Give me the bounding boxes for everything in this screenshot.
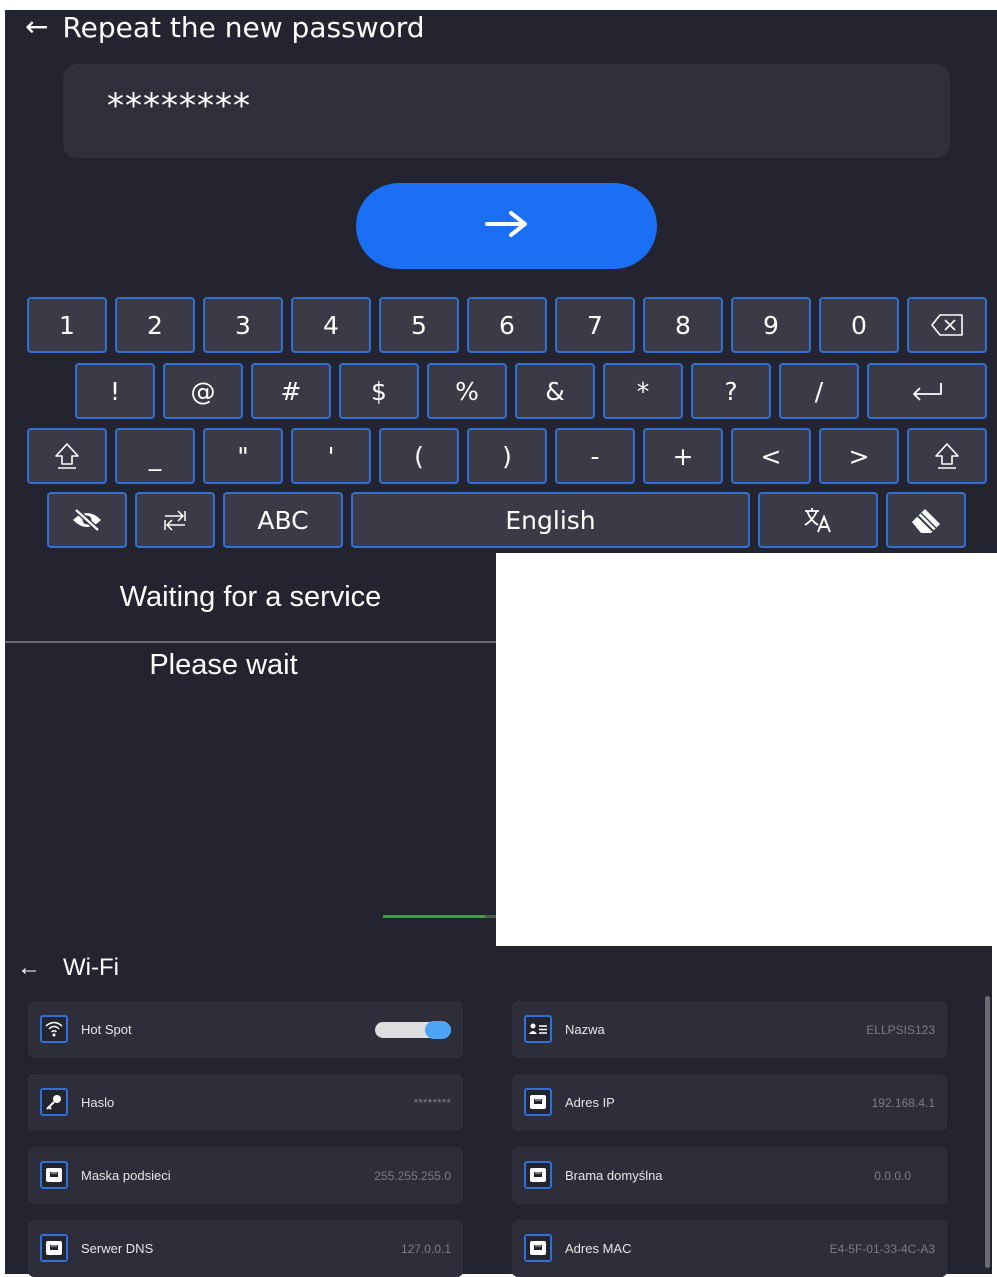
setting-value: 127.0.0.1 (400, 1241, 451, 1256)
setting-label: Serwer DNS (81, 1241, 154, 1256)
shift-key-left[interactable] (27, 428, 107, 484)
enter-arrow-icon (484, 203, 529, 249)
progress-fill (383, 915, 485, 918)
divider (5, 641, 496, 643)
key[interactable]: & (515, 363, 595, 419)
swap-cursor-key[interactable] (135, 492, 215, 548)
language-key[interactable] (758, 492, 878, 548)
setting-value: 255.255.255.0 (374, 1168, 451, 1183)
wifi-icon (40, 1015, 68, 1043)
setting-label: Adres IP (565, 1095, 615, 1110)
return-icon (910, 381, 944, 401)
id-card-icon (524, 1015, 552, 1043)
network-port-icon (524, 1161, 552, 1189)
setting-haslo[interactable]: Haslo ******** (28, 1074, 463, 1131)
key[interactable]: + (643, 428, 723, 484)
dialog-title: Waiting for a service (119, 580, 382, 613)
key[interactable]: 9 (731, 297, 811, 353)
key[interactable]: * (603, 363, 683, 419)
backspace-key[interactable] (907, 297, 987, 353)
key[interactable]: 5 (379, 297, 459, 353)
key[interactable]: 1 (27, 297, 107, 353)
header: ← Wi-Fi (17, 954, 119, 982)
setting-hot-spot[interactable]: Hot Spot (28, 1001, 463, 1058)
setting-value: E4-5F-01-33-4C-A3 (829, 1241, 935, 1256)
setting-value: 0.0.0.0 (874, 1168, 911, 1183)
setting-label: Adres MAC (565, 1241, 632, 1256)
shift-icon (54, 442, 80, 470)
key[interactable]: / (779, 363, 859, 419)
shift-icon (934, 442, 960, 470)
setting-value: ELLPSIS123 (866, 1022, 935, 1037)
key[interactable]: # (251, 363, 331, 419)
backspace-icon (930, 313, 964, 337)
setting-maska-podsieci[interactable]: Maska podsieci 255.255.255.0 (28, 1147, 463, 1204)
key[interactable]: 0 (819, 297, 899, 353)
toggle-knob (425, 1021, 451, 1039)
key[interactable]: ( (379, 428, 459, 484)
space-key[interactable]: English (351, 492, 750, 548)
hide-password-key[interactable] (47, 492, 127, 548)
eraser-icon (909, 506, 943, 534)
key[interactable]: 6 (467, 297, 547, 353)
setting-label: Brama domyślna (565, 1168, 663, 1183)
hot-spot-toggle[interactable] (375, 1021, 451, 1039)
key[interactable]: % (427, 363, 507, 419)
key[interactable]: @ (163, 363, 243, 419)
network-port-icon (524, 1234, 552, 1262)
header: ← Repeat the new password (25, 10, 425, 44)
setting-label: Haslo (81, 1095, 115, 1110)
key[interactable]: 2 (115, 297, 195, 353)
progress-bar (383, 915, 496, 918)
key[interactable]: " (203, 428, 283, 484)
hide-password-icon (71, 508, 103, 532)
key[interactable]: - (555, 428, 635, 484)
screen-title: Repeat the new password (62, 10, 425, 44)
setting-serwer-dns[interactable]: Serwer DNS 127.0.0.1 (28, 1220, 463, 1277)
setting-adres-ip[interactable]: Adres IP 192.168.4.1 (512, 1074, 947, 1131)
key[interactable]: ! (75, 363, 155, 419)
network-port-icon (40, 1161, 68, 1189)
key[interactable]: 8 (643, 297, 723, 353)
network-port-icon (524, 1088, 552, 1116)
key[interactable]: 4 (291, 297, 371, 353)
return-key[interactable] (867, 363, 987, 419)
wifi-screen: ← Wi-Fi Hot Spot Nazwa ELLPSIS123 Haslo … (5, 946, 992, 1277)
key[interactable]: < (731, 428, 811, 484)
status-message: Please wait (149, 649, 298, 681)
setting-label: Nazwa (565, 1022, 605, 1037)
key[interactable]: > (819, 428, 899, 484)
password-input[interactable]: ******** (63, 64, 950, 158)
key[interactable]: 3 (203, 297, 283, 353)
setting-adres-mac[interactable]: Adres MAC E4-5F-01-33-4C-A3 (512, 1220, 947, 1277)
password-value: ******** (107, 86, 251, 126)
abc-key[interactable]: ABC (223, 492, 343, 548)
setting-nazwa[interactable]: Nazwa ELLPSIS123 (512, 1001, 947, 1058)
waiting-screen: Waiting for a service Please wait (5, 553, 496, 946)
key[interactable]: _ (115, 428, 195, 484)
key-icon (40, 1088, 68, 1116)
key[interactable]: ) (467, 428, 547, 484)
setting-label: Hot Spot (81, 1022, 132, 1037)
confirm-button[interactable] (356, 183, 657, 269)
key[interactable]: ' (291, 428, 371, 484)
shift-key-right[interactable] (907, 428, 987, 484)
translate-icon (803, 507, 833, 533)
network-port-icon (40, 1234, 68, 1262)
setting-value: ******** (413, 1095, 451, 1110)
swap-cursor-icon (161, 507, 189, 533)
screen-title: Wi-Fi (63, 954, 119, 981)
back-arrow-icon[interactable]: ← (25, 13, 48, 41)
scrollbar[interactable] (985, 996, 990, 1268)
setting-label: Maska podsieci (81, 1168, 171, 1183)
setting-brama-domyslna[interactable]: Brama domyślna 0.0.0.0 (512, 1147, 947, 1204)
password-keyboard-screen: ← Repeat the new password ******** 1 2 3… (5, 10, 997, 553)
key[interactable]: ? (691, 363, 771, 419)
setting-value: 192.168.4.1 (871, 1095, 935, 1110)
key[interactable]: 7 (555, 297, 635, 353)
back-arrow-icon[interactable]: ← (17, 954, 41, 982)
clear-key[interactable] (886, 492, 966, 548)
key[interactable]: $ (339, 363, 419, 419)
